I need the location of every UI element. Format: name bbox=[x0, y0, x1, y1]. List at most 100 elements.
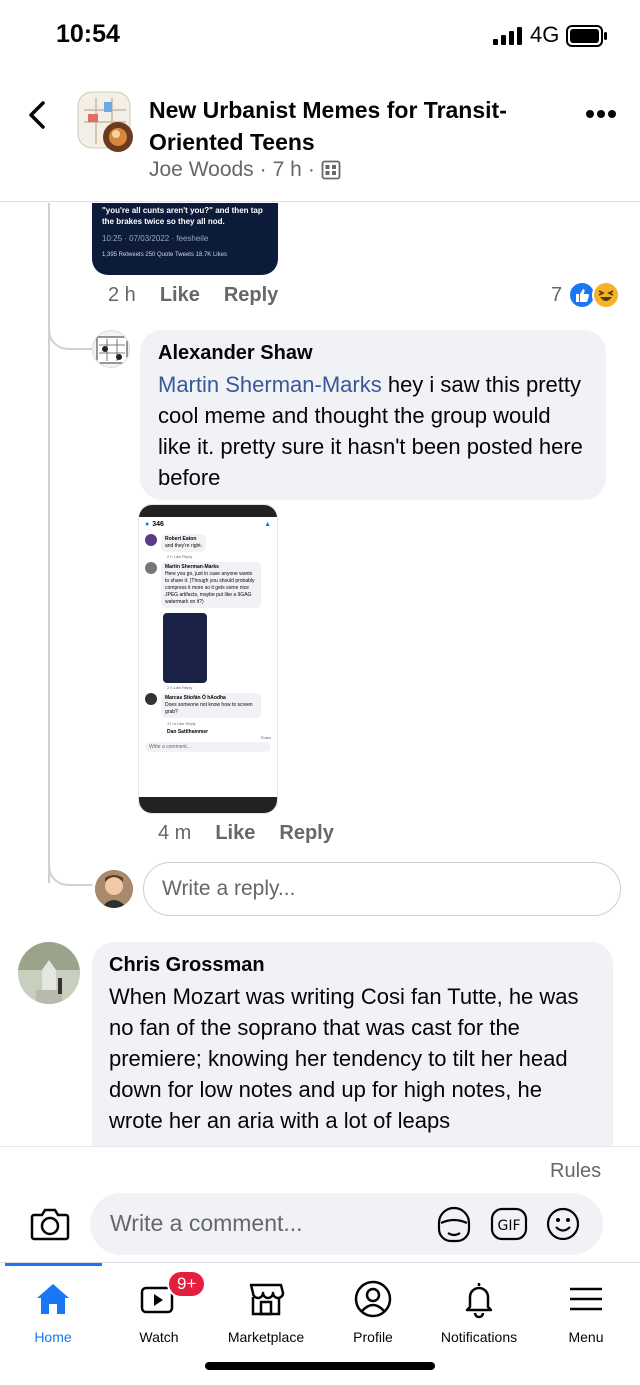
thread-branch bbox=[48, 310, 92, 350]
bottom-tab-bar: Home Watch Marketplace Profile Notificat… bbox=[0, 1262, 640, 1352]
menu-icon bbox=[570, 1287, 602, 1311]
signal-icon bbox=[493, 27, 522, 45]
home-indicator[interactable] bbox=[205, 1362, 435, 1370]
mini-text: and they're right. bbox=[165, 543, 203, 549]
mini-comment-2: Martin Sherman-Marks Here you go, just i… bbox=[139, 559, 277, 611]
mini-comment: Robert Eaton and they're right. bbox=[139, 532, 277, 554]
comment-input[interactable]: Write a comment... GIF bbox=[90, 1193, 603, 1255]
reaction-summary[interactable]: 7 bbox=[551, 281, 621, 309]
tab-profile[interactable]: Profile bbox=[320, 1263, 426, 1353]
tab-notifications[interactable]: Notifications bbox=[426, 1263, 532, 1353]
meta-separator: · bbox=[259, 158, 267, 181]
comment-time: 2 h bbox=[108, 284, 136, 306]
tab-label-marketplace: Marketplace bbox=[227, 1329, 305, 1345]
tab-menu[interactable]: Menu bbox=[533, 1263, 639, 1353]
battery-icon bbox=[566, 25, 607, 47]
comment-bubble: Alexander Shaw Martin Sherman-Marks hey … bbox=[140, 330, 606, 500]
post-meta: Joe Woods · 7 h · bbox=[149, 158, 341, 182]
reply-button[interactable]: Reply bbox=[224, 284, 278, 307]
mini-bubble-2: Martin Sherman-Marks Here you go, just i… bbox=[161, 562, 261, 608]
meta-separator-2: · bbox=[307, 158, 315, 181]
avatar-sticker-icon[interactable] bbox=[435, 1205, 473, 1243]
tab-label-notifications: Notifications bbox=[440, 1329, 518, 1345]
mini-meta-2: 2 h Like Reply bbox=[167, 685, 193, 690]
tab-label-home: Home bbox=[34, 1329, 72, 1345]
reaction-count: 7 bbox=[551, 283, 563, 306]
mini-image bbox=[163, 613, 207, 683]
comment-author[interactable]: Alexander Shaw bbox=[158, 342, 588, 365]
mini-like-icon: ▲ bbox=[264, 521, 271, 528]
home-icon bbox=[37, 1284, 69, 1314]
emoji-icon[interactable] bbox=[545, 1206, 581, 1242]
mini-rules: Rules bbox=[260, 735, 271, 740]
comment-input-placeholder: Write a comment... bbox=[110, 1210, 303, 1236]
comment-time-2: 4 m bbox=[158, 822, 192, 844]
mini-reaction-count: 346 bbox=[152, 521, 164, 528]
commenter-avatar-3[interactable] bbox=[18, 942, 80, 1004]
mini-author-3: Marcas Stiofán Ó hAodha bbox=[165, 695, 226, 701]
profile-icon bbox=[354, 1280, 392, 1318]
thread-branch-2 bbox=[48, 850, 92, 886]
thread-line bbox=[48, 203, 50, 883]
mini-author-2: Martin Sherman-Marks bbox=[165, 564, 219, 570]
mini-bubble: Robert Eaton and they're right. bbox=[161, 534, 207, 552]
like-button-2[interactable]: Like bbox=[215, 822, 255, 845]
comment-bubble-3: Chris Grossman When Mozart was writing C… bbox=[92, 942, 613, 1162]
group-title[interactable]: New Urbanist Memes for Transit-Oriented … bbox=[149, 94, 549, 158]
attached-phone-screenshot[interactable]: ● 346 ▲ Robert Eaton and they're right. … bbox=[138, 504, 278, 814]
tab-marketplace[interactable]: Marketplace bbox=[213, 1263, 319, 1353]
cartoon-avatar-icon bbox=[96, 336, 128, 364]
camera-icon[interactable] bbox=[30, 1206, 70, 1242]
haha-reaction-icon bbox=[592, 281, 621, 309]
comment-text-3: When Mozart was writing Cosi fan Tutte, … bbox=[109, 984, 579, 1133]
more-options-icon[interactable] bbox=[585, 108, 617, 120]
mini-avatar-2 bbox=[145, 562, 157, 574]
group-avatar-icon[interactable] bbox=[76, 90, 136, 154]
phone-header: ● 346 ▲ bbox=[139, 517, 277, 532]
mini-author-4: Dan Sattlhammer bbox=[167, 729, 209, 735]
comment-text: Martin Sherman-Marks hey i saw this pret… bbox=[158, 369, 588, 493]
status-bar: 10:54 4G bbox=[0, 0, 640, 70]
commenter-avatar[interactable] bbox=[92, 330, 130, 368]
comment-author-3[interactable]: Chris Grossman bbox=[109, 954, 596, 977]
reply-button-2[interactable]: Reply bbox=[279, 822, 333, 845]
user-avatar[interactable] bbox=[95, 870, 133, 908]
group-privacy-icon bbox=[321, 160, 341, 180]
mini-comment-input: Write a comment... bbox=[145, 742, 271, 752]
mini-reaction-icons: ● bbox=[145, 521, 150, 528]
tweet-text: "you're all cunts aren't you?" and then … bbox=[102, 206, 263, 226]
tweet-date: 10:25 · 07/03/2022 · feesheile bbox=[102, 234, 209, 243]
statue-photo-icon bbox=[18, 942, 80, 1004]
network-type: 4G bbox=[530, 22, 560, 47]
shop-icon bbox=[249, 1283, 285, 1316]
post-author[interactable]: Joe Woods bbox=[149, 158, 254, 182]
post-header: New Urbanist Memes for Transit-Oriented … bbox=[0, 80, 640, 202]
phone-status-bar bbox=[139, 505, 277, 517]
gif-icon[interactable]: GIF bbox=[490, 1207, 528, 1241]
comment-actions-2: 4 m Like Reply bbox=[158, 822, 334, 845]
mini-comment-3: Marcas Stiofán Ó hAodha Does someone not… bbox=[139, 690, 277, 721]
post-age[interactable]: 7 h bbox=[273, 158, 302, 182]
comment-bar: Write a comment... GIF bbox=[0, 1190, 640, 1260]
bell-icon bbox=[465, 1283, 493, 1319]
reply-input[interactable]: Write a reply... bbox=[143, 862, 621, 916]
mini-author: Robert Eaton bbox=[165, 536, 197, 542]
mini-avatar bbox=[145, 534, 157, 546]
tab-label-watch: Watch bbox=[139, 1329, 179, 1345]
tab-label-menu: Menu bbox=[568, 1329, 604, 1345]
mini-bubble-3: Marcas Stiofán Ó hAodha Does someone not… bbox=[161, 693, 261, 718]
rules-link[interactable]: Rules bbox=[550, 1160, 601, 1183]
tweet-stats: 1,395 Retweets 250 Quote Tweets 18.7K Li… bbox=[102, 252, 227, 258]
tab-label-profile: Profile bbox=[353, 1329, 393, 1345]
svg-text:GIF: GIF bbox=[497, 1218, 520, 1234]
attached-screenshot[interactable]: "you're all cunts aren't you?" and then … bbox=[92, 203, 278, 275]
like-button[interactable]: Like bbox=[160, 284, 200, 307]
tab-home[interactable]: Home bbox=[0, 1263, 106, 1353]
mini-avatar-3 bbox=[145, 693, 157, 705]
mention-link[interactable]: Martin Sherman-Marks bbox=[158, 372, 382, 397]
phone-nav-bar bbox=[139, 797, 277, 813]
back-arrow-icon[interactable] bbox=[26, 100, 48, 130]
user-photo-icon bbox=[95, 870, 133, 908]
mini-text-2: Here you go, just in case anyone wants t… bbox=[165, 571, 255, 605]
status-time: 10:54 bbox=[56, 20, 120, 48]
